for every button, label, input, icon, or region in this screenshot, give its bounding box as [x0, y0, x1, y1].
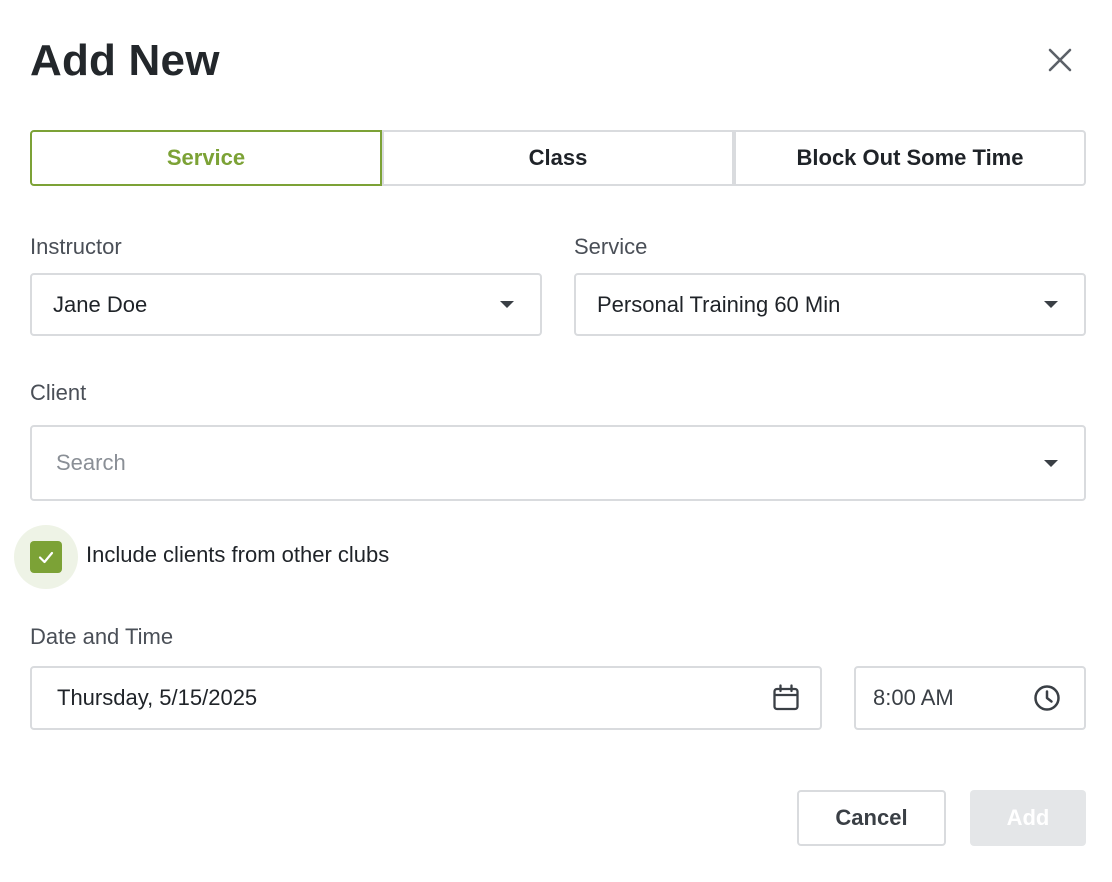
instructor-select[interactable]: Jane Doe: [30, 273, 542, 336]
tab-block-out-time[interactable]: Block Out Some Time: [734, 130, 1086, 186]
service-select[interactable]: Personal Training 60 Min: [574, 273, 1086, 336]
close-button[interactable]: [1040, 40, 1080, 80]
service-value: Personal Training 60 Min: [597, 291, 841, 317]
instructor-value: Jane Doe: [53, 291, 148, 317]
chevron-down-icon: [1044, 459, 1058, 467]
date-field[interactable]: Thursday, 5/15/2025: [30, 666, 822, 730]
include-other-clubs-label: Include clients from other clubs: [86, 542, 390, 567]
type-tabs: Service Class Block Out Some Time: [30, 130, 1086, 186]
instructor-label: Instructor: [30, 234, 122, 259]
dialog-title: Add New: [30, 36, 220, 85]
chevron-down-icon: [500, 301, 514, 308]
include-other-clubs-checkbox[interactable]: [14, 525, 78, 589]
service-label: Service: [574, 234, 648, 259]
add-new-dialog: Add New Service Class Block Out Some Tim…: [0, 0, 1112, 882]
tab-service[interactable]: Service: [30, 130, 382, 186]
calendar-icon[interactable]: [771, 683, 801, 713]
time-field[interactable]: 8:00 AM: [854, 666, 1086, 730]
chevron-down-icon: [1044, 301, 1058, 308]
tab-class[interactable]: Class: [382, 130, 734, 186]
client-search-placeholder: Search: [56, 450, 126, 475]
time-value: 8:00 AM: [873, 685, 954, 710]
checkbox-box: [30, 541, 62, 573]
add-button[interactable]: Add: [970, 790, 1086, 846]
date-time-label: Date and Time: [30, 624, 174, 649]
cancel-button[interactable]: Cancel: [797, 790, 946, 846]
client-label: Client: [30, 380, 87, 405]
client-search-select[interactable]: Search: [30, 425, 1086, 501]
checkmark-icon: [38, 551, 54, 564]
close-icon: [1048, 48, 1072, 72]
clock-icon[interactable]: [1032, 683, 1062, 713]
date-value: Thursday, 5/15/2025: [57, 685, 258, 710]
